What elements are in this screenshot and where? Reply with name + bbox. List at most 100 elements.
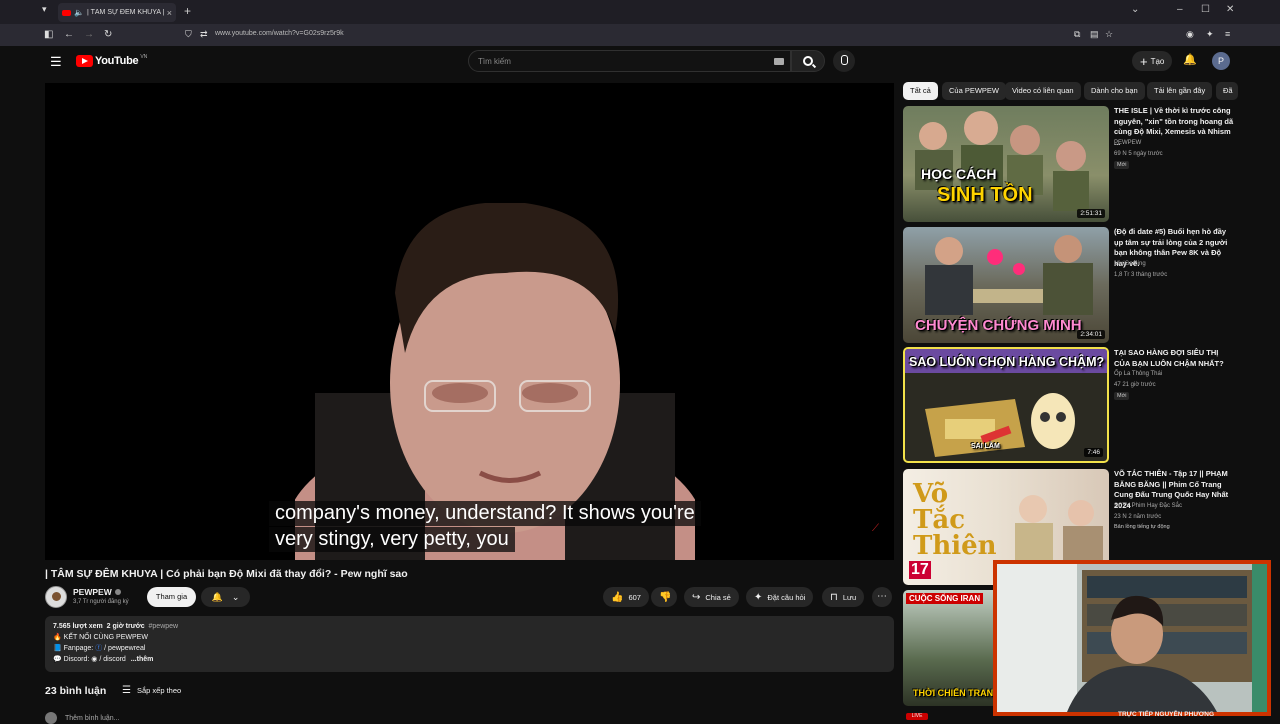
sort-label: Sắp xếp theo [136,686,182,695]
channel-avatar[interactable] [45,586,67,608]
hamburger-menu-icon[interactable]: ☰ [50,54,62,70]
rec-2-meta: 1,8 Tr 3 tháng trước [1114,272,1168,278]
chip-all[interactable]: Tất cả [903,82,938,100]
show-more-link[interactable]: ...thêm [131,656,154,663]
ask-label: Đặt câu hỏi [767,592,806,602]
discord-link[interactable]: / discord [99,656,125,663]
webcam-label: TRỰC TIẾP NGUYỄN PHƯƠNG [1118,711,1215,718]
forward-icon[interactable]: → [84,29,94,40]
keyboard-icon[interactable] [774,58,784,65]
rec-2-channel[interactable]: MixiGaming [1114,261,1146,267]
create-button[interactable]: + Tạo [1132,51,1173,71]
more-actions-icon[interactable]: ⋯ [872,587,892,607]
search-input[interactable]: Tìm kiếm [468,50,791,72]
chip-watched[interactable]: Đã [1216,82,1238,100]
youtube-play-icon [76,55,93,67]
discord-label: 💬 Discord: [53,656,90,663]
new-tab-icon[interactable]: + [184,4,191,18]
rec-1-meta: 69 N 5 ngày trước [1114,151,1163,157]
rec-3-thumb-text-2: SAI LẦM [971,443,1000,450]
youtube-logo[interactable]: YouTube VN [76,54,147,67]
add-comment-placeholder: Thêm bình luận... [65,714,120,722]
chevron-down-icon: ⌄ [231,591,240,602]
video-title: | TÂM SỰ ĐÊM KHUYA | Có phải bạn Độ Mixi… [45,568,408,580]
tab-list-icon[interactable]: ▾ [42,4,47,15]
join-button[interactable]: Tham gia [147,587,196,607]
save-label: Lưu [842,592,857,602]
add-comment-input[interactable]: Thêm bình luận... [45,712,119,724]
reader-icon[interactable]: ▤ [1090,29,1099,40]
fanpage-link[interactable]: / pewpewreal [104,645,145,652]
rec-3-duration: 7:46 [1084,448,1103,457]
video-player[interactable]: company's money, understand? It shows yo… [45,83,894,560]
notifications-bell-icon[interactable]: 🔔 [1183,53,1197,66]
chip-for-you[interactable]: Dành cho bạn [1084,82,1145,100]
caption-line-2: very stingy, very petty, you [269,527,515,552]
maximize-icon[interactable]: ☐ [1201,4,1210,15]
like-button[interactable]: 👍 607 [603,587,649,607]
live-badge: LIVE [906,713,928,720]
share-label: Chia sẻ [705,592,731,602]
hashtag-link[interactable]: #pewpew [149,623,179,630]
rec-thumbnail-3[interactable]: SAO LUÔN CHỌN HÀNG CHẬM? SAI LẦM 7:46 [903,347,1109,463]
tab-title: | TÂM SỰ ĐÊM KHUYA | Có [86,9,164,16]
dislike-button[interactable]: 👎 [651,587,677,607]
plus-icon: + [1140,53,1148,69]
search-button[interactable] [791,50,825,72]
rec-1-thumb-text-2: SINH TỒN [937,184,1033,206]
notification-settings-button[interactable]: 🔔 ⌄ [201,587,250,607]
rec-3-new-badge: Mới [1114,392,1130,400]
channel-name-text: PEWPEW [73,587,112,597]
description-box[interactable]: 7.565 lượt xem 2 giờ trước #pewpew 🔥 KẾT… [45,616,894,672]
rec-1-channel[interactable]: PEWPEW [1114,140,1141,146]
speaker-icon[interactable]: 🔈 [74,8,84,17]
sidebar-toggle-icon[interactable]: ◧ [44,29,53,40]
rec-4-channel[interactable]: SCTV Phim Hay Đặc Sắc [1114,503,1182,509]
minimize-icon[interactable]: – [1177,4,1183,15]
sort-comments-button[interactable]: ☰ Sắp xếp theo [122,685,181,696]
menu-icon[interactable]: ≡ [1225,29,1230,39]
channel-name[interactable]: PEWPEW [73,587,121,597]
chip-from-pewpew[interactable]: Của PEWPEW [942,82,1007,100]
browser-tab-bar: ▾ 🔈 | TÂM SỰ ĐÊM KHUYA | Có × + ⌄ – ☐ ✕ [0,0,1280,24]
permissions-icon[interactable]: ⇄ [200,29,208,40]
url-text[interactable]: www.youtube.com/watch?v=G02s9rz5r9k [215,30,344,37]
chevron-down-icon[interactable]: ⌄ [1131,4,1139,15]
youtube-favicon-icon [62,9,71,16]
share-button[interactable]: ↪ Chia sẻ [684,587,739,607]
close-window-icon[interactable]: ✕ [1226,4,1234,15]
reload-icon[interactable]: ↻ [104,29,112,40]
back-icon[interactable]: ← [64,29,74,40]
shield-icon[interactable]: ⛉ [185,29,192,40]
subscriber-count: 3,7 Tr người đăng ký [73,599,129,605]
avatar[interactable]: P [1212,52,1230,70]
account-icon[interactable]: ◉ [1186,29,1194,40]
chip-related[interactable]: Video có liên quan [1005,82,1081,100]
webcam-overlay [993,560,1271,716]
address-bar: ◧ ← → ↻ ⛉ ⇄ www.youtube.com/watch?v=G02s… [0,24,1280,46]
rec-3-channel[interactable]: Ốp La Thông Thái [1114,371,1162,377]
bookmark-star-icon[interactable]: ☆ [1105,29,1113,40]
close-tab-icon[interactable]: × [167,8,172,18]
rec-2-duration: 2:34:01 [1077,330,1105,339]
rec-thumbnail-2[interactable]: CHUYỆN CHỨNG MINH 2:34:01 [903,227,1109,343]
picture-in-picture-icon[interactable]: ⧉ [1074,29,1080,40]
voice-search-button[interactable] [833,50,855,72]
view-count: 7.565 lượt xem [53,623,103,630]
ask-question-button[interactable]: ✦ Đặt câu hỏi [746,587,814,607]
sparkle-icon: ✦ [754,591,763,603]
extensions-icon[interactable]: ✦ [1206,29,1214,40]
browser-tab[interactable]: 🔈 | TÂM SỰ ĐÊM KHUYA | Có × [58,3,176,22]
search-icon [803,56,813,66]
save-button[interactable]: ⊓ Lưu [822,587,865,607]
rec-1-duration: 2:51:31 [1077,209,1105,218]
rec-3-thumb-text: SAO LUÔN CHỌN HÀNG CHẬM? [909,355,1105,369]
upload-time: 2 giờ trước [106,623,145,630]
youtube-header: ☰ YouTube VN Tìm kiếm + Tạo 🔔 P [36,46,1244,76]
rec-5-thumb-text-1: CUỘC SỐNG IRAN [906,593,984,604]
share-icon: ↪ [692,591,701,603]
rec-thumbnail-1[interactable]: HỌC CÁCH SINH TỒN 2:51:31 [903,106,1109,222]
chip-recent-uploads[interactable]: Tải lên gần đây [1147,82,1213,100]
rec-3-title[interactable]: TẠI SAO HÀNG ĐỢI SIÊU THỊ CỦA BẠN LUÔN C… [1114,348,1236,369]
channel-watermark-icon[interactable]: ⟋ [872,523,884,537]
